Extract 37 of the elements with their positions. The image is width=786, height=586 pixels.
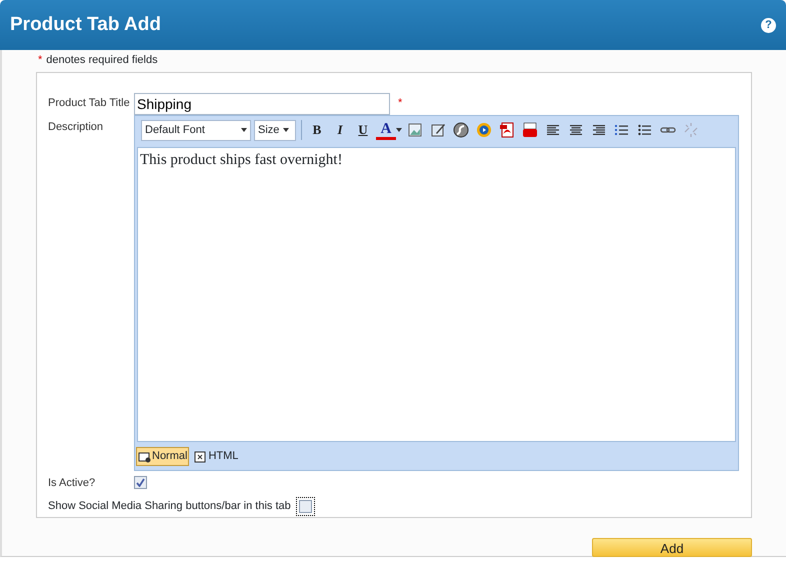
help-button[interactable]: ? [761,18,776,32]
field-label: Description [48,120,104,134]
required-note: denotes required fields [46,53,158,68]
field-label: Product Tab Title [48,96,131,112]
bulleted-list-icon[interactable] [637,122,653,138]
edit-image-icon[interactable] [430,122,446,138]
size-select[interactable]: Size [254,120,296,140]
pdf-icon[interactable] [499,122,515,138]
code-mode-icon [194,450,208,463]
required-mark: * [398,96,402,112]
image-icon[interactable] [407,122,423,138]
font-color-button[interactable]: A [376,120,396,140]
field-label: Show Social Media Sharing buttons/bar in this tab [48,499,291,514]
italic-button[interactable]: I [330,120,350,140]
checkbox[interactable] [298,500,312,513]
page-title: Product Tab Add [10,14,161,36]
caret-icon [396,128,402,132]
checkbox[interactable] [134,476,147,490]
design-mode-icon [138,450,151,463]
align-left-icon[interactable] [545,122,561,138]
numbered-list-icon[interactable] [614,122,630,138]
title-field[interactable]: Shipping [134,92,390,114]
align-center-icon[interactable] [568,122,584,138]
bold-button[interactable]: B [307,120,327,140]
check-icon [136,478,145,488]
caret-icon [241,128,247,132]
field-label: Is Active? [48,476,96,490]
editor-content[interactable]: This product ships fast overnight! [137,146,736,442]
align-right-icon[interactable] [591,122,607,138]
mode-tab[interactable]: HTML [192,447,240,466]
mode-tab[interactable]: Normal [136,447,190,466]
required-mark: * [38,53,42,68]
media-icon[interactable] [476,122,492,138]
underline-button[interactable]: U [353,120,373,140]
caret-icon [283,128,290,132]
add-button[interactable]: Add [592,538,752,556]
font-select[interactable]: Default Font [141,120,251,140]
